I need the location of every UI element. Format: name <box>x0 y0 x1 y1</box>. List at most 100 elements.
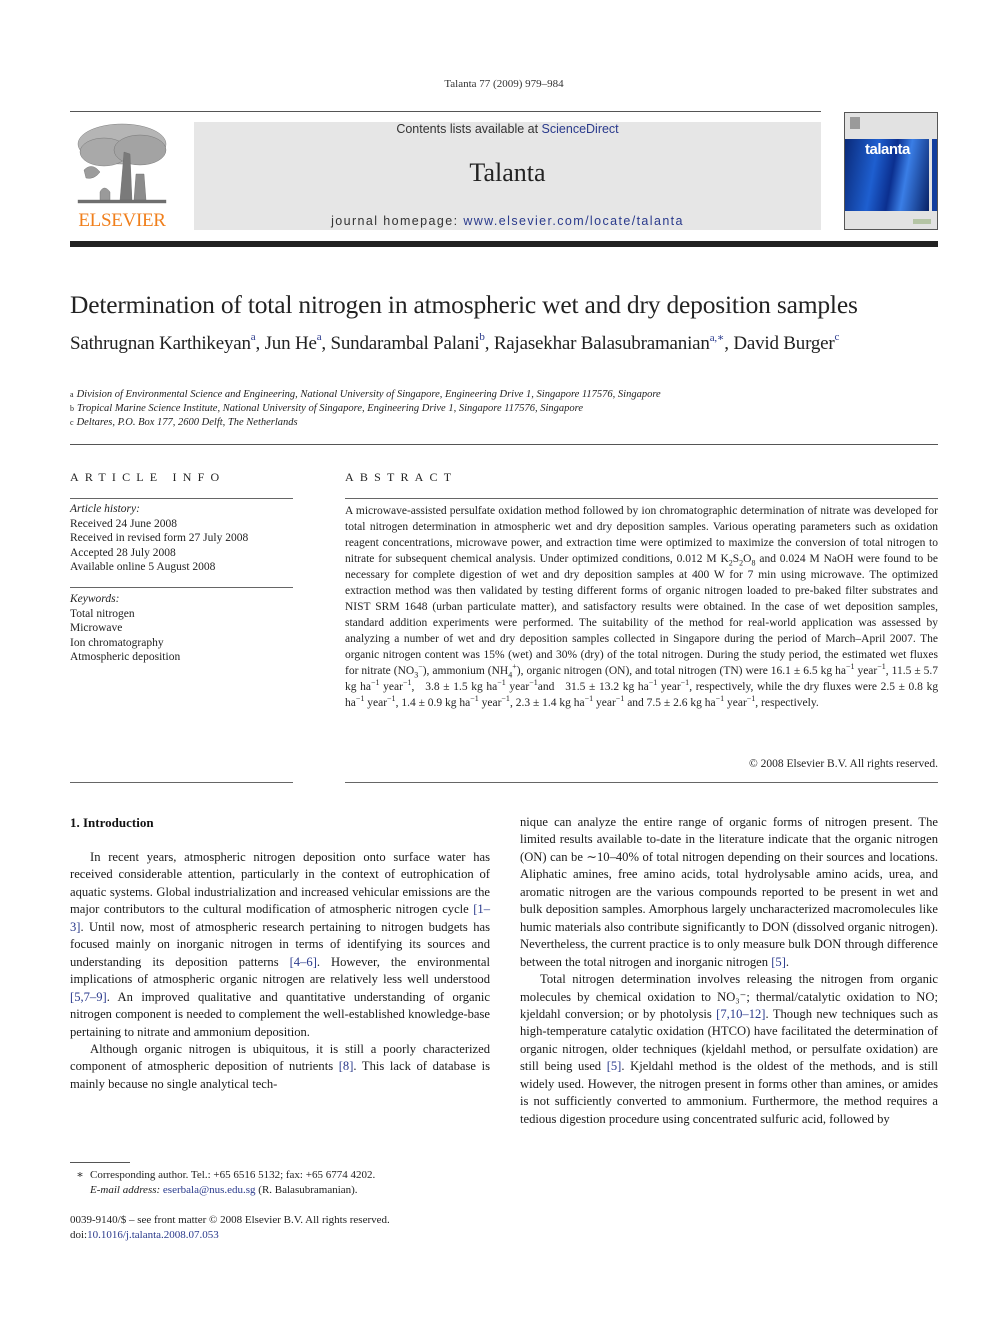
abstract-text: A microwave-assisted persulfate oxidatio… <box>345 503 938 711</box>
abstract-segment: year <box>478 697 502 709</box>
affiliation-text: Deltares, P.O. Box 177, 2600 Delft, The … <box>76 417 298 428</box>
abstract-copyright: © 2008 Elsevier B.V. All rights reserved… <box>749 758 938 770</box>
affiliation-text: Division of Environmental Science and En… <box>76 389 661 400</box>
email-suffix: (R. Balasubramanian). <box>255 1183 358 1196</box>
elsevier-tree-icon <box>77 123 167 204</box>
article-info-bottom-divider <box>70 782 293 783</box>
cover-title: talanta <box>865 141 910 158</box>
homepage-link[interactable]: www.elsevier.com/locate/talanta <box>463 214 684 228</box>
affiliation-label: a <box>70 390 74 399</box>
author-list: Sathrugnan Karthikeyana, Jun Hea, Sundar… <box>70 331 840 354</box>
paragraph: Total nitrogen determination involves re… <box>520 971 938 1128</box>
issn-block: 0039-9140/$ – see front matter © 2008 El… <box>70 1213 500 1242</box>
abstract-segment: kg ha <box>442 697 471 709</box>
body-column-left: In recent years, atmospheric nitrogen de… <box>70 849 490 1093</box>
citation-link[interactable]: [5] <box>607 1059 622 1073</box>
abstract-segment: , respectively. <box>755 697 819 709</box>
abstract-segment: year <box>379 681 403 693</box>
article-info-divider <box>70 498 293 499</box>
abstract-segment: , respectively, while the dry fluxes wer… <box>689 681 881 693</box>
elsevier-wordmark: ELSEVIER <box>78 210 166 231</box>
citation-link[interactable]: [5] <box>771 955 786 969</box>
paragraph: In recent years, atmospheric nitrogen de… <box>70 849 490 1041</box>
subscript: 4 <box>508 670 513 680</box>
author-name: Sundarambal Palani <box>330 333 480 354</box>
abstract-segment: and 0.024 M NaOH were found to be necess… <box>345 553 938 677</box>
author[interactable]: Jun Hea <box>264 331 322 354</box>
affiliation-mark[interactable]: a <box>251 331 256 343</box>
article-info-heading: ARTICLE INFO <box>70 470 226 484</box>
subscript: 3 <box>414 670 419 680</box>
affiliation-mark[interactable]: c <box>835 331 840 343</box>
keyword: Total nitrogen <box>70 607 135 620</box>
author-name: Sathrugnan Karthikeyan <box>70 333 251 354</box>
abstract-segment: kg ha <box>467 681 498 693</box>
footnote-email-line: E-mail address: eserbala@nus.edu.sg (R. … <box>70 1183 500 1198</box>
superscript: −1 <box>387 694 396 704</box>
abstract-segment: kg ha <box>687 697 716 709</box>
superscript: −1 <box>680 678 690 688</box>
affiliation-mark[interactable]: a,∗ <box>710 332 725 344</box>
flux-value: 2.3 ± 1.4 <box>515 697 557 709</box>
corresponding-author-footnote: ∗ Corresponding author. Tel.: +65 6516 51… <box>70 1168 500 1197</box>
abstract-segment: ), ammonium (NH <box>422 665 509 677</box>
running-head: Talanta 77 (2009) 979–984 <box>444 78 564 90</box>
affiliation: b Tropical Marine Science Institute, Nati… <box>70 402 950 416</box>
abstract-divider <box>345 498 938 499</box>
issn-line: 0039-9140/$ – see front matter © 2008 El… <box>70 1214 390 1226</box>
abstract-segment: ), organic nitrogen (ON), and total nitr… <box>516 665 846 677</box>
affiliation-mark[interactable]: b <box>479 331 485 343</box>
author[interactable]: Rajasekhar Balasubramaniana,∗ <box>493 332 725 354</box>
affiliation-mark[interactable]: a <box>317 331 322 343</box>
author[interactable]: Sundarambal Palanib <box>330 331 485 354</box>
keywords-label: Keywords: <box>70 593 120 605</box>
journal-name: Talanta <box>469 158 546 187</box>
section-heading-introduction: 1. Introduction <box>70 815 154 830</box>
superscript: −1 <box>877 662 886 672</box>
superscript: −1 <box>501 694 510 704</box>
citation-link[interactable]: [7,10–12] <box>716 1007 765 1021</box>
keyword: Atmospheric deposition <box>70 651 181 663</box>
history-item: Accepted 28 July 2008 <box>70 546 176 559</box>
author-name: Jun He <box>264 333 317 354</box>
history-label: Article history: <box>70 503 140 515</box>
author-name: David Burger <box>733 333 835 354</box>
email-link[interactable]: eserbala@nus.edu.sg <box>163 1184 256 1196</box>
abstract-segment: kg ha <box>619 681 649 693</box>
superscript: −1 <box>529 678 538 688</box>
author[interactable]: Sathrugnan Karthikeyana <box>70 331 256 354</box>
text-segment: nique can analyze the entire range of or… <box>520 815 938 969</box>
history-item: Available online 5 August 2008 <box>70 561 216 573</box>
cover-side-band <box>932 139 937 211</box>
doi-link[interactable]: 10.1016/j.talanta.2008.07.053 <box>87 1229 219 1241</box>
history-item: Received in revised form 27 July 2008 <box>70 532 249 544</box>
author-name: Rajasekhar Balasubramanian <box>493 333 710 354</box>
citation-link[interactable]: [8] <box>339 1059 354 1073</box>
elsevier-logo[interactable]: ELSEVIER <box>70 120 174 234</box>
text-segment: In recent years, atmospheric nitrogen de… <box>70 850 490 917</box>
top-divider <box>70 111 821 112</box>
abstract-segment: year <box>724 697 747 709</box>
keywords: Keywords: Total nitrogen Microwave Ion c… <box>70 592 295 665</box>
header-thick-divider <box>70 241 938 247</box>
cover-footer-mark <box>913 219 931 224</box>
journal-cover-thumbnail[interactable]: talanta <box>844 112 938 230</box>
abstract-segment: year <box>854 665 878 677</box>
citation-link[interactable]: [5,7–9] <box>70 990 107 1004</box>
article-title: Determination of total nitrogen in atmos… <box>70 290 858 319</box>
flux-value: 11.5 ± 5.7 <box>891 665 938 677</box>
abstract-segment: and <box>537 681 566 693</box>
email-label: E-mail address: <box>90 1183 163 1196</box>
article-history: Article history: Received 24 June 2008 R… <box>70 502 295 575</box>
history-item: Received 24 June 2008 <box>70 517 177 530</box>
affiliation-label: c <box>70 418 74 427</box>
citation-link[interactable]: [4–6] <box>290 955 317 969</box>
cover-publisher-mark <box>850 117 860 129</box>
abstract-heading: ABSTRACT <box>345 470 458 484</box>
journal-masthead: Contents lists available at ScienceDirec… <box>194 122 821 230</box>
author[interactable]: David Burgerc <box>733 331 840 354</box>
abstract-bottom-divider <box>345 782 938 783</box>
sciencedirect-link[interactable]: ScienceDirect <box>542 122 619 136</box>
abstract-segment: year <box>593 697 616 709</box>
flux-value: 1.4 ± 0.9 <box>401 697 443 709</box>
